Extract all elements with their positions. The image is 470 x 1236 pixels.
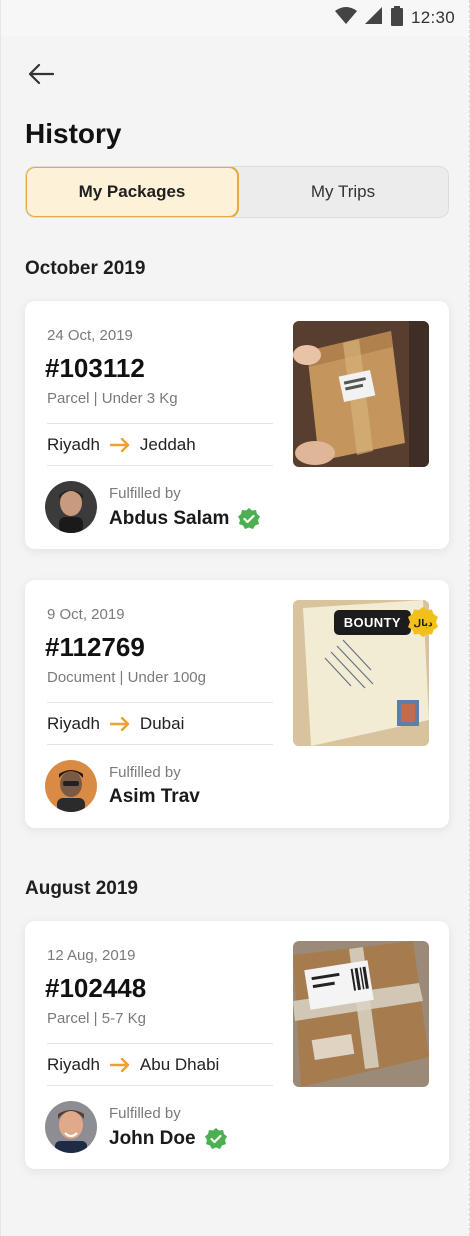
status-bar: 12:30 — [1, 0, 469, 36]
parcel-box-photo — [293, 321, 429, 467]
route-from: Riyadh — [47, 435, 100, 454]
page-title: History — [25, 118, 122, 149]
arrow-right-icon — [109, 1058, 130, 1072]
route: Riyadh Jeddah — [47, 435, 196, 455]
signal-icon — [364, 6, 383, 30]
package-date: 12 Aug, 2019 — [47, 947, 136, 964]
route-to: Dubai — [139, 714, 185, 733]
app-screen: 12:30 History My Packages My Trips Octob… — [0, 0, 470, 1236]
route-from: Riyadh — [47, 714, 100, 733]
shipping-box-photo — [293, 941, 429, 1087]
fulfiller-name: John Doe — [109, 1127, 228, 1151]
verified-badge-icon — [238, 508, 261, 529]
bounty-label: BOUNTY — [333, 609, 411, 635]
fulfiller-name: Abdus Salam — [109, 507, 261, 531]
fulfilled-label: Fulfilled by — [109, 1105, 181, 1122]
divider — [47, 702, 273, 703]
tab-my-trips[interactable]: My Trips — [238, 167, 448, 217]
avatar — [45, 760, 97, 812]
fulfilled-label: Fulfilled by — [109, 485, 181, 502]
package-card[interactable]: 12 Aug, 2019 #102448 Parcel | 5-7 Kg Riy… — [25, 921, 449, 1169]
divider — [47, 1085, 273, 1086]
divider — [47, 423, 273, 424]
package-date: 24 Oct, 2019 — [47, 327, 133, 344]
package-id: #103112 — [45, 353, 145, 383]
divider — [47, 465, 273, 466]
package-id: #112769 — [45, 632, 145, 662]
package-id: #102448 — [45, 973, 147, 1003]
fulfilled-label: Fulfilled by — [109, 764, 181, 781]
bounty-seal-icon: ﺩﺑﺎﻝ — [408, 607, 438, 637]
route-to: Abu Dhabi — [139, 1055, 220, 1074]
tab-my-packages[interactable]: My Packages — [26, 167, 239, 217]
package-card[interactable]: 24 Oct, 2019 #103112 Parcel | Under 3 Kg… — [25, 301, 449, 549]
battery-icon — [390, 5, 403, 31]
avatar — [45, 1101, 97, 1153]
divider — [47, 1043, 273, 1044]
fulfiller-name-text: John Doe — [109, 1128, 196, 1149]
arrow-right-icon — [109, 717, 130, 731]
wifi-icon — [334, 6, 357, 30]
package-meta: Parcel | 5-7 Kg — [47, 1010, 146, 1027]
divider — [47, 744, 273, 745]
section-title-august: August 2019 — [25, 878, 138, 899]
route: Riyadh Abu Dhabi — [47, 1055, 219, 1075]
arrow-right-icon — [109, 438, 130, 452]
status-time: 12:30 — [410, 8, 455, 27]
avatar — [45, 481, 97, 533]
section-title-october: October 2019 — [25, 258, 146, 279]
svg-text:ﺩﺑﺎﻝ: ﺩﺑﺎﻝ — [413, 619, 433, 629]
package-meta: Parcel | Under 3 Kg — [47, 390, 178, 407]
package-meta: Document | Under 100g — [47, 669, 206, 686]
route-from: Riyadh — [47, 1055, 100, 1074]
route: Riyadh Dubai — [47, 714, 184, 734]
verified-badge-icon — [204, 1128, 227, 1149]
arrow-left-icon — [28, 63, 54, 85]
fulfiller-name: Asim Trav — [109, 786, 200, 808]
route-to: Jeddah — [139, 435, 196, 454]
segmented-tabs: My Packages My Trips — [25, 166, 449, 218]
back-button[interactable] — [23, 58, 59, 90]
bounty-badge: BOUNTY ﺩﺑﺎﻝ — [333, 606, 439, 638]
package-date: 9 Oct, 2019 — [47, 606, 125, 623]
fulfiller-name-text: Asim Trav — [109, 786, 200, 807]
fulfiller-name-text: Abdus Salam — [109, 508, 230, 529]
